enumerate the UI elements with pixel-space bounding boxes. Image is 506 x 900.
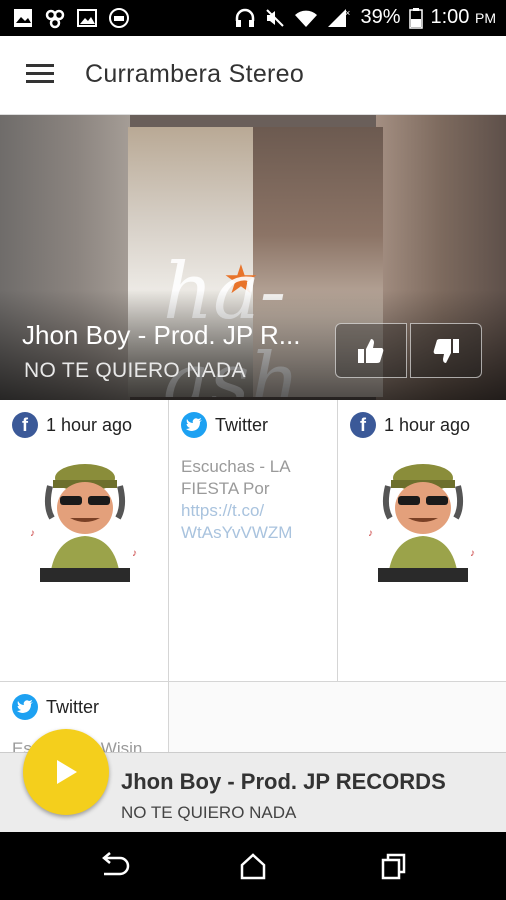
mute-icon (266, 8, 285, 27)
hero-song-title: NO TE QUIERO NADA (24, 359, 246, 382)
hamburger-menu-icon[interactable] (26, 64, 54, 86)
card-header: f 1 hour ago (12, 412, 132, 438)
card-source-label: Twitter (46, 696, 100, 717)
image-icon (77, 9, 97, 27)
card-timestamp: 1 hour ago (46, 414, 133, 435)
system-status: × 39% 1:00 PM (234, 6, 496, 29)
app-bar: Currambera Stereo (0, 36, 506, 115)
card-header: f 1 hour ago (350, 412, 470, 438)
dj-caricature-image: ♪ ♪ (358, 456, 488, 584)
gallery-icon (14, 9, 32, 27)
feed-card-facebook[interactable]: f 1 hour ago ♪ ♪ (0, 400, 169, 682)
tweet-body: Escuchas - LA FIESTA Por https://t.co/ W… (181, 456, 326, 544)
facebook-icon: f (350, 412, 376, 438)
headphones-icon (236, 8, 255, 27)
clock-ampm: PM (475, 10, 496, 26)
app-title: Currambera Stereo (85, 60, 305, 88)
now-playing-artist: Jhon Boy - Prod. JP RECORDS (121, 769, 446, 794)
card-timestamp: 1 hour ago (384, 414, 471, 435)
signal-icon: × (328, 8, 351, 27)
recent-apps-icon[interactable] (376, 852, 410, 880)
radio-icon (109, 8, 129, 28)
now-playing-song: NO TE QUIERO NADA (121, 803, 297, 822)
svg-text:×: × (345, 8, 350, 18)
infinity-icon (45, 9, 65, 29)
twitter-icon (181, 412, 207, 438)
dislike-button[interactable] (410, 323, 482, 378)
svg-text:♪: ♪ (470, 548, 475, 559)
svg-text:♪: ♪ (30, 528, 35, 539)
twitter-icon (12, 694, 38, 720)
mini-player: Jhon Boy - Prod. JP RECORDS NO TE QUIERO… (0, 729, 506, 832)
card-header: Twitter (181, 412, 268, 438)
card-source-label: Twitter (215, 414, 269, 435)
clock: 1:00 PM (431, 6, 497, 29)
svg-text:♪: ♪ (368, 528, 373, 539)
now-playing-hero: ★ ha-ash Jhon Boy - Prod. JP R... NO TE … (0, 115, 506, 400)
tweet-text: Escuchas - LA FIESTA Por (181, 457, 290, 498)
clock-time: 1:00 (430, 6, 470, 28)
system-navigation-bar (0, 832, 506, 900)
dj-caricature-image: ♪ ♪ (20, 456, 150, 584)
like-button[interactable] (335, 323, 407, 378)
tweet-link[interactable]: https://t.co/ WtAsYvVWZM (181, 501, 292, 542)
thumbs-up-icon (358, 338, 384, 363)
play-icon (57, 760, 77, 784)
feed-card-facebook[interactable]: f 1 hour ago ♪ ♪ (338, 400, 506, 682)
feed-card-twitter[interactable]: Twitter Escuchas - LA FIESTA Por https:/… (169, 400, 338, 682)
battery-icon (408, 7, 423, 29)
home-icon[interactable] (236, 852, 270, 880)
thumbs-down-icon (433, 338, 459, 363)
battery-percent: 39% (360, 6, 401, 28)
hero-artist-title: Jhon Boy - Prod. JP R... (22, 320, 301, 350)
svg-text:♪: ♪ (132, 548, 137, 559)
play-button[interactable] (23, 729, 109, 815)
card-header: Twitter (12, 694, 99, 720)
back-icon[interactable] (96, 852, 130, 880)
facebook-icon: f (12, 412, 38, 438)
notification-icons (12, 7, 130, 29)
status-bar: × 39% 1:00 PM (0, 0, 506, 36)
wifi-icon (295, 10, 318, 27)
